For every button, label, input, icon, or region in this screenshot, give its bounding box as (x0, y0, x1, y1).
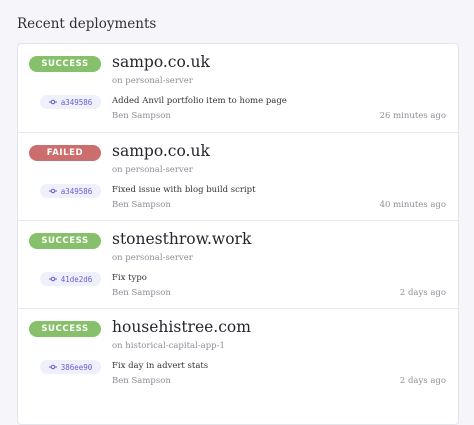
commit-message: Fix typo (112, 273, 147, 283)
commit-link[interactable]: a349586 (40, 184, 101, 198)
commit-link[interactable]: 386ee90 (40, 360, 101, 374)
commit-author: Ben Sampson (112, 376, 171, 386)
commit-icon (48, 99, 57, 105)
site-name[interactable]: sampo.co.uk (112, 53, 210, 71)
commit-message: Fix day in advert stats (112, 361, 209, 371)
commit-link[interactable]: 41de2d6 (40, 272, 101, 286)
server-name: on personal-server (112, 253, 193, 263)
commit-icon (48, 276, 57, 282)
commit-hash: 386ee90 (60, 362, 93, 372)
commit-message: Fixed issue with blog build script (112, 185, 256, 195)
server-name: on personal-server (112, 165, 193, 175)
commit-author: Ben Sampson (112, 111, 171, 121)
status-badge: FAILED (29, 145, 101, 161)
commit-author: Ben Sampson (112, 288, 171, 298)
commit-hash: 41de2d6 (60, 274, 93, 284)
deployment-time: 2 days ago (399, 376, 446, 386)
deployment-time: 26 minutes ago (379, 111, 446, 121)
server-name: on personal-server (112, 76, 193, 86)
deployment-row[interactable]: SUCCESS 41de2d6 stonesthrow.work on pers… (18, 220, 458, 309)
status-badge: SUCCESS (29, 233, 101, 249)
commit-author: Ben Sampson (112, 200, 171, 210)
commit-message: Added Anvil portfolio item to home page (112, 96, 287, 106)
site-name[interactable]: sampo.co.uk (112, 142, 210, 160)
commit-hash: a349586 (60, 97, 93, 107)
commit-link[interactable]: a349586 (40, 95, 101, 109)
server-name: on historical-capital-app-1 (112, 341, 225, 351)
deployment-row[interactable]: SUCCESS 386ee90 househistree.com on hist… (18, 308, 458, 397)
status-badge: SUCCESS (29, 56, 101, 72)
commit-icon (48, 188, 57, 194)
page-title: Recent deployments (17, 16, 157, 32)
commit-icon (48, 364, 57, 370)
site-name[interactable]: househistree.com (112, 318, 251, 336)
deployment-row[interactable]: FAILED a349586 sampo.co.uk on personal-s… (18, 132, 458, 221)
site-name[interactable]: stonesthrow.work (112, 230, 251, 248)
deployment-time: 2 days ago (399, 288, 446, 298)
deployment-row[interactable]: SUCCESS a349586 sampo.co.uk on personal-… (18, 44, 458, 132)
status-badge: SUCCESS (29, 321, 101, 337)
deployments-list: SUCCESS a349586 sampo.co.uk on personal-… (17, 43, 459, 425)
deployment-time: 40 minutes ago (379, 200, 446, 210)
commit-hash: a349586 (60, 186, 93, 196)
